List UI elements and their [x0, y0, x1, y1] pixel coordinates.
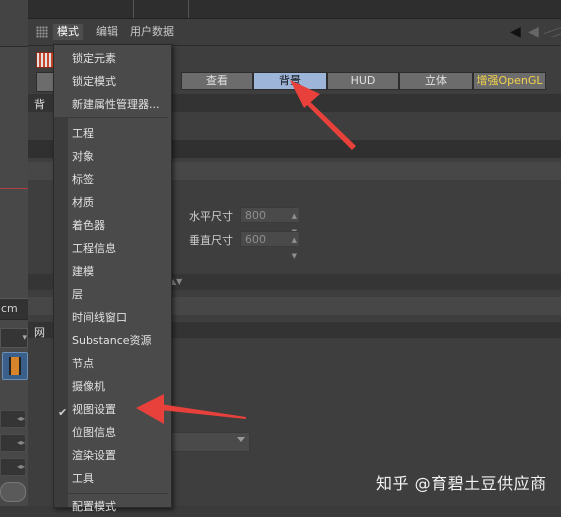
- watermark: 知乎 @育碧土豆供应商: [376, 474, 547, 493]
- annotation-arrows: [136, 80, 356, 424]
- annotation-arrow-to-background-tab: [290, 80, 356, 150]
- annotation-arrow-to-viewport-settings: [136, 394, 246, 424]
